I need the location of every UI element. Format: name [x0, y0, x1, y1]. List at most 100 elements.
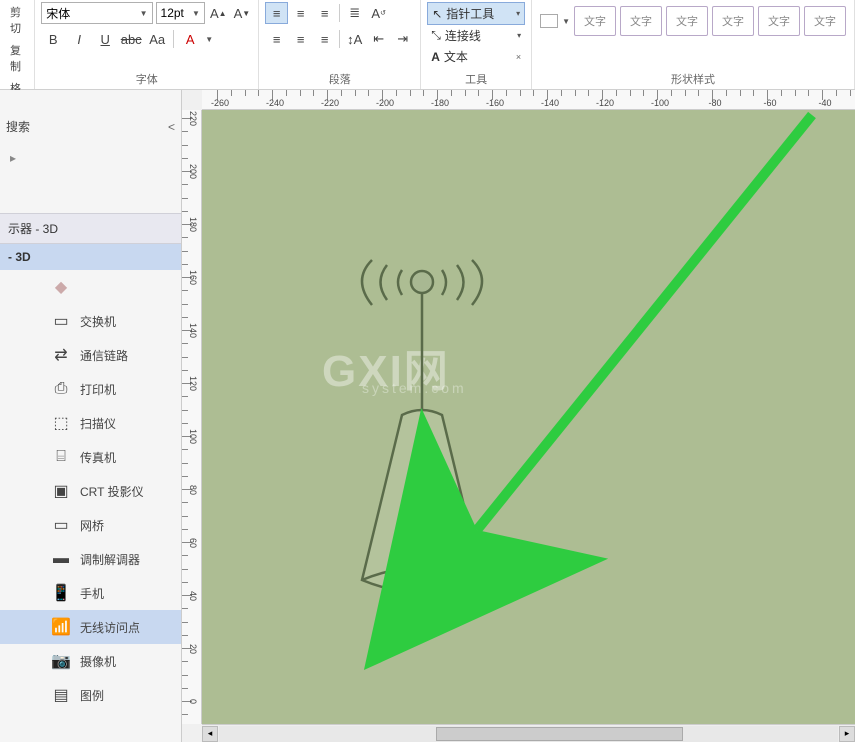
ruler-tick: -240: [272, 90, 273, 100]
grow-font-button[interactable]: A▲: [208, 2, 229, 24]
caret-icon: ▾: [517, 31, 521, 40]
ribbon-group-clipboard: 剪切 复制 格式刷 板: [0, 0, 35, 89]
cursor-icon: ↖: [432, 7, 442, 21]
pointer-tool-button[interactable]: ↖ 指针工具 ▾: [427, 2, 525, 25]
ruler-tick: -60: [767, 90, 768, 100]
style-thumb-6[interactable]: 文字: [804, 6, 846, 36]
bold-button[interactable]: B: [41, 28, 65, 50]
ruler-tick: -80: [712, 90, 713, 100]
italic-button[interactable]: I: [67, 28, 91, 50]
shape-item-label: 交换机: [80, 313, 116, 330]
category-3d[interactable]: - 3D: [0, 243, 181, 270]
ruler-tick: 80: [182, 489, 192, 490]
ruler-tick: 220: [182, 118, 192, 119]
align-right-button[interactable]: ≡: [313, 28, 336, 50]
shape-item-modem[interactable]: ▬调制解调器: [0, 542, 181, 576]
align-top-right-button[interactable]: ≡: [313, 2, 336, 24]
style-thumb-4[interactable]: 文字: [712, 6, 754, 36]
shape-item-crt[interactable]: ▣CRT 投影仪: [0, 474, 181, 508]
text-tool-label: 文本: [444, 48, 468, 65]
ruler-horizontal: -260-240-220-200-180-160-140-120-100-80-…: [202, 90, 855, 110]
align-left-button[interactable]: ≡: [265, 28, 288, 50]
shape-item-scanner[interactable]: ⬚扫描仪: [0, 406, 181, 440]
drawing-canvas[interactable]: GXI网 system.com: [202, 110, 855, 724]
indent-dec-button[interactable]: ⇤: [367, 28, 390, 50]
style-thumb-1[interactable]: 文字: [574, 6, 616, 36]
panel-collapse-button[interactable]: <: [0, 118, 181, 142]
shapes-panel: < 搜索 ▸ 示器 - 3D - 3D ◆▭交换机⇄通信链路⎙打印机⬚扫描仪⌸传…: [0, 90, 182, 742]
shrink-font-button[interactable]: A▼: [232, 2, 253, 24]
shape-item-legend[interactable]: ▤ 图例: [0, 678, 181, 712]
style-thumb-5[interactable]: 文字: [758, 6, 800, 36]
scroll-right-button[interactable]: ▸: [839, 726, 855, 742]
shape-item-label: 通信链路: [80, 347, 128, 364]
connector-tool-button[interactable]: ⤡ 连接线 ▾: [427, 25, 525, 46]
indent-inc-button[interactable]: ⇥: [391, 28, 414, 50]
style-thumb-3[interactable]: 文字: [666, 6, 708, 36]
change-case-button[interactable]: Aa: [145, 28, 169, 50]
font-name-value: 宋体: [46, 5, 70, 22]
ruler-tick: -140: [547, 90, 548, 100]
ruler-tick: -120: [602, 90, 603, 100]
shape-item-phone[interactable]: 📱手机: [0, 576, 181, 610]
modem-icon: ▬: [50, 550, 72, 568]
text-tool-button[interactable]: A 文本 ×: [427, 46, 525, 67]
link-icon: ⇄: [50, 346, 72, 364]
shape-item-wap[interactable]: 📶无线访问点: [0, 610, 181, 644]
font-color-caret[interactable]: ▼: [204, 35, 214, 44]
shape-item-label: 扫描仪: [80, 415, 116, 432]
strikethrough-button[interactable]: abc: [119, 28, 143, 50]
bullets-button[interactable]: ≣: [343, 2, 366, 24]
ribbon-group-shape-style: ▼ 文字 文字 文字 文字 文字 文字 形状样式: [532, 0, 855, 89]
align-center-button[interactable]: ≡: [289, 28, 312, 50]
close-x-icon: ×: [516, 52, 521, 62]
shape-item-link[interactable]: ⇄ 通信链路: [0, 338, 181, 372]
font-name-select[interactable]: 宋体 ▼: [41, 2, 152, 24]
shape-item-label: 摄像机: [80, 653, 116, 670]
category-indicators-3d[interactable]: 示器 - 3D: [0, 213, 181, 243]
shape-item-label: 图例: [80, 687, 104, 704]
shape-item-switch[interactable]: ▭交换机: [0, 304, 181, 338]
caret-icon[interactable]: ▼: [562, 17, 570, 26]
font-group-label: 字体: [41, 69, 252, 89]
scroll-track[interactable]: [219, 726, 838, 742]
fill-none-button[interactable]: [540, 14, 558, 28]
horizontal-scrollbar[interactable]: ◂ ▸: [202, 724, 855, 742]
wireless-access-point-shape[interactable]: [312, 210, 572, 610]
ribbon: 剪切 复制 格式刷 板 宋体 ▼ 12pt ▼ A▲ A▼ B I U abc …: [0, 0, 855, 90]
ruler-tick: 20: [182, 648, 192, 649]
ruler-tick: 140: [182, 330, 192, 331]
expand-icon[interactable]: ▸: [0, 143, 181, 173]
scroll-thumb[interactable]: [436, 727, 684, 741]
font-color-button[interactable]: A: [178, 28, 202, 50]
diamond-icon: ◆: [50, 278, 72, 296]
align-top-center-button[interactable]: ≡: [289, 2, 312, 24]
style-group-label: 形状样式: [538, 69, 848, 89]
shape-item-fax[interactable]: ⌸传真机: [0, 440, 181, 474]
text-direction-button[interactable]: ↕A: [343, 28, 366, 50]
clear-format-button[interactable]: A↺: [367, 2, 390, 24]
ruler-tick: -160: [492, 90, 493, 100]
tools-group-label: 工具: [427, 69, 525, 89]
shape-item-top[interactable]: ◆: [0, 270, 181, 304]
separator: [173, 30, 174, 48]
shape-item-bridge[interactable]: ▭ 网桥: [0, 508, 181, 542]
align-top-left-button[interactable]: ≡: [265, 2, 288, 24]
ruler-tick: 180: [182, 224, 192, 225]
ruler-tick: 120: [182, 383, 192, 384]
shape-item-printer[interactable]: ⎙打印机: [0, 372, 181, 406]
font-size-select[interactable]: 12pt ▼: [156, 2, 205, 24]
shape-item-camera[interactable]: 📷摄像机: [0, 644, 181, 678]
canvas-area: -260-240-220-200-180-160-140-120-100-80-…: [182, 90, 855, 742]
ribbon-group-paragraph: ≡ ≡ ≡ ≣ A↺ ≡ ≡ ≡ ↕A ⇤ ⇥ 段落: [259, 0, 421, 89]
bridge-icon: ▭: [50, 516, 72, 534]
copy-button[interactable]: 复制: [6, 40, 28, 76]
caret-icon: ▼: [140, 9, 148, 18]
shape-item-label: 网桥: [80, 517, 104, 534]
scroll-left-button[interactable]: ◂: [202, 726, 218, 742]
style-thumb-2[interactable]: 文字: [620, 6, 662, 36]
legend-icon: ▤: [50, 686, 72, 704]
cut-button[interactable]: 剪切: [6, 2, 28, 38]
workspace: < 搜索 ▸ 示器 - 3D - 3D ◆▭交换机⇄通信链路⎙打印机⬚扫描仪⌸传…: [0, 90, 855, 742]
underline-button[interactable]: U: [93, 28, 117, 50]
